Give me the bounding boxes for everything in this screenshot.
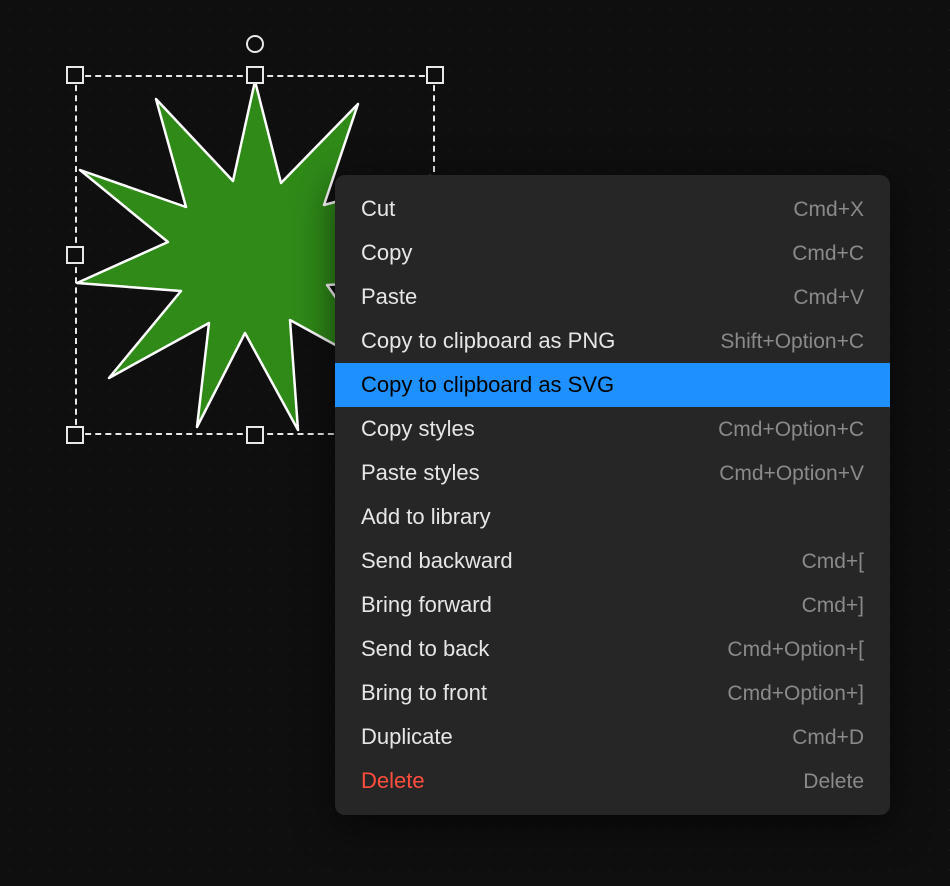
menu-item-copy[interactable]: Copy Cmd+C — [335, 231, 890, 275]
resize-handle-sw[interactable] — [66, 426, 84, 444]
menu-item-delete[interactable]: Delete Delete — [335, 759, 890, 803]
menu-item-label: Delete — [361, 770, 425, 792]
menu-item-shortcut: Cmd+C — [792, 243, 864, 264]
menu-item-shortcut: Cmd+Option+] — [727, 683, 864, 704]
menu-item-copy-styles[interactable]: Copy styles Cmd+Option+C — [335, 407, 890, 451]
menu-item-copy-png[interactable]: Copy to clipboard as PNG Shift+Option+C — [335, 319, 890, 363]
menu-item-add-to-library[interactable]: Add to library — [335, 495, 890, 539]
resize-handle-n[interactable] — [246, 66, 264, 84]
resize-handle-ne[interactable] — [426, 66, 444, 84]
menu-item-paste-styles[interactable]: Paste styles Cmd+Option+V — [335, 451, 890, 495]
menu-item-copy-svg[interactable]: Copy to clipboard as SVG — [335, 363, 890, 407]
menu-item-label: Bring to front — [361, 682, 487, 704]
menu-item-cut[interactable]: Cut Cmd+X — [335, 187, 890, 231]
menu-item-label: Send to back — [361, 638, 489, 660]
menu-item-shortcut: Cmd+[ — [802, 551, 864, 572]
context-menu: Cut Cmd+X Copy Cmd+C Paste Cmd+V Copy to… — [335, 175, 890, 815]
menu-item-label: Copy to clipboard as PNG — [361, 330, 615, 352]
menu-item-label: Copy — [361, 242, 412, 264]
resize-handle-nw[interactable] — [66, 66, 84, 84]
menu-item-label: Copy to clipboard as SVG — [361, 374, 614, 396]
resize-handle-w[interactable] — [66, 246, 84, 264]
menu-item-shortcut: Cmd+D — [792, 727, 864, 748]
menu-item-shortcut: Shift+Option+C — [720, 331, 864, 352]
menu-item-send-to-back[interactable]: Send to back Cmd+Option+[ — [335, 627, 890, 671]
menu-item-shortcut: Cmd+V — [793, 287, 864, 308]
menu-item-shortcut: Delete — [803, 771, 864, 792]
menu-item-label: Bring forward — [361, 594, 492, 616]
menu-item-shortcut: Cmd+] — [802, 595, 864, 616]
menu-item-paste[interactable]: Paste Cmd+V — [335, 275, 890, 319]
menu-item-bring-to-front[interactable]: Bring to front Cmd+Option+] — [335, 671, 890, 715]
menu-item-send-backward[interactable]: Send backward Cmd+[ — [335, 539, 890, 583]
menu-item-label: Cut — [361, 198, 395, 220]
menu-item-label: Paste styles — [361, 462, 480, 484]
menu-item-shortcut: Cmd+X — [793, 199, 864, 220]
menu-item-duplicate[interactable]: Duplicate Cmd+D — [335, 715, 890, 759]
resize-handle-s[interactable] — [246, 426, 264, 444]
menu-item-label: Copy styles — [361, 418, 475, 440]
menu-item-shortcut: Cmd+Option+V — [719, 463, 864, 484]
menu-item-label: Duplicate — [361, 726, 453, 748]
menu-item-shortcut: Cmd+Option+C — [718, 419, 864, 440]
menu-item-shortcut: Cmd+Option+[ — [727, 639, 864, 660]
rotate-handle[interactable] — [246, 35, 264, 53]
menu-item-label: Send backward — [361, 550, 513, 572]
menu-item-label: Add to library — [361, 506, 491, 528]
menu-item-label: Paste — [361, 286, 417, 308]
menu-item-bring-forward[interactable]: Bring forward Cmd+] — [335, 583, 890, 627]
